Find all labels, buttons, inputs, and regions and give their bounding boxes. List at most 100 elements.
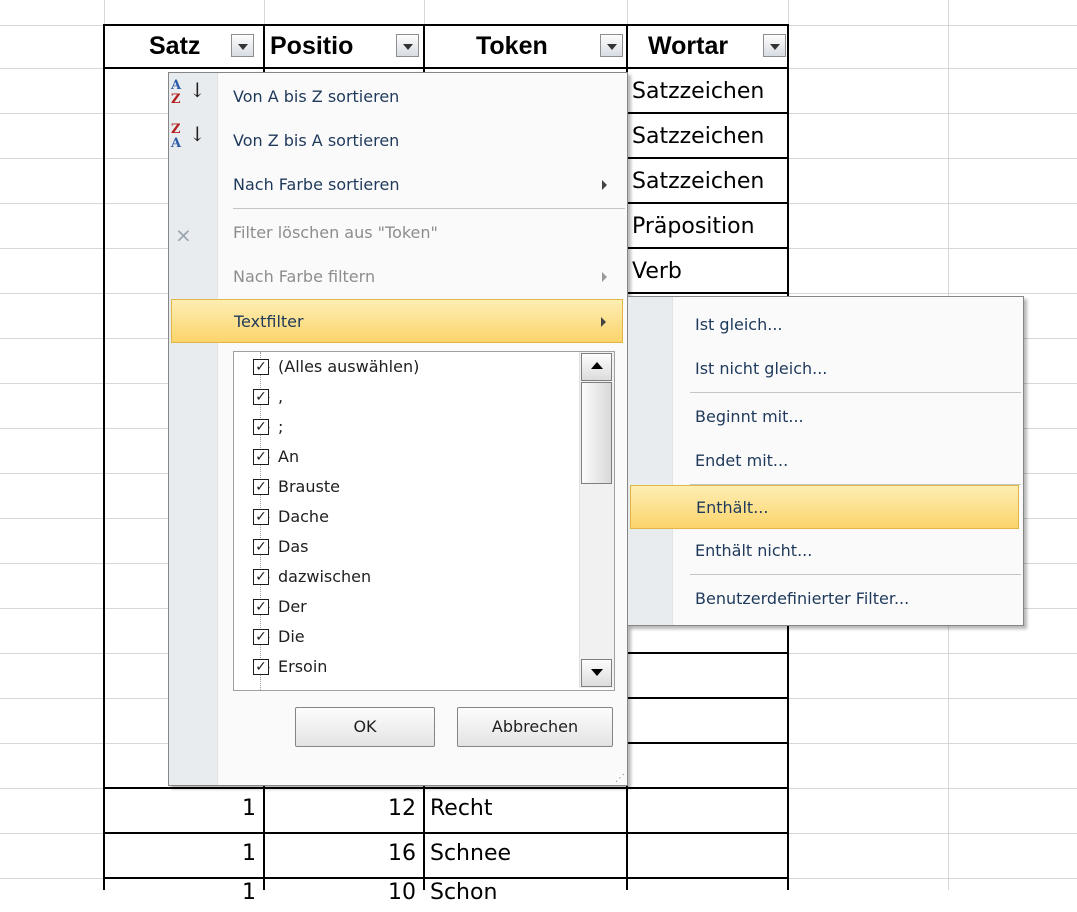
list-item-label: (Alles auswählen) bbox=[278, 357, 420, 376]
list-item[interactable]: ✓ Ersoin bbox=[253, 652, 328, 682]
cancel-button[interactable]: Abbrechen bbox=[457, 707, 613, 747]
checkbox-checked[interactable]: ✓ bbox=[253, 359, 269, 375]
table-border bbox=[103, 787, 789, 789]
menu-item-filter-by-color[interactable]: Nach Farbe filtern bbox=[169, 255, 625, 299]
clear-filter-icon: ⨯ bbox=[175, 223, 192, 247]
list-item-label: Die bbox=[278, 627, 305, 646]
sort-ascending-icon: A Z ↓ bbox=[171, 78, 206, 107]
cell-token[interactable]: Recht bbox=[430, 790, 620, 828]
submenu-item-not-equals[interactable]: Ist nicht gleich... bbox=[628, 347, 1021, 391]
list-item[interactable]: ✓, bbox=[253, 382, 284, 412]
table-border bbox=[626, 292, 789, 294]
header-satz: Satz bbox=[149, 32, 201, 60]
checkbox-checked[interactable]: ✓ bbox=[253, 569, 269, 585]
cell-position[interactable]: 10 bbox=[268, 874, 416, 912]
submenu-arrow-icon bbox=[602, 272, 607, 282]
checkbox-checked[interactable]: ✓ bbox=[253, 659, 269, 675]
submenu-item-label: Enthält nicht... bbox=[695, 541, 813, 560]
autofilter-menu: A Z ↓ Von A bis Z sortieren Z A ↓ Von Z bis … bbox=[168, 72, 628, 786]
text-filter-submenu: Ist gleich... Ist nicht gleich... Beginn… bbox=[627, 296, 1024, 626]
submenu-item-ends-with[interactable]: Endet mit... bbox=[628, 439, 1021, 483]
cell-position[interactable]: 12 bbox=[268, 790, 416, 828]
cell-satz[interactable]: 1 bbox=[108, 790, 256, 828]
filter-dropdown-position[interactable] bbox=[396, 34, 419, 57]
filter-dropdown-token[interactable] bbox=[600, 34, 623, 57]
menu-item-label: Nach Farbe sortieren bbox=[233, 175, 400, 194]
cell-position[interactable]: 16 bbox=[268, 835, 416, 873]
value-checklist: ✓ (Alles auswählen) ✓, ✓; ✓ An ✓ Brauste ✓ D… bbox=[233, 351, 615, 691]
list-item-label: Das bbox=[278, 537, 309, 556]
ok-button[interactable]: OK bbox=[295, 707, 435, 747]
menu-item-clear-filter[interactable]: ⨯ Filter löschen aus "Token" bbox=[169, 211, 625, 255]
cell-wortart[interactable]: Satzzeichen bbox=[632, 118, 784, 156]
cell-wortart[interactable]: Satzzeichen bbox=[632, 163, 784, 201]
header-token: Token bbox=[476, 32, 548, 60]
menu-item-sort-az[interactable]: A Z ↓ Von A bis Z sortieren bbox=[169, 75, 625, 119]
table-border bbox=[626, 742, 789, 744]
list-item[interactable]: ✓ Brauste bbox=[253, 472, 340, 502]
scroll-up-button[interactable] bbox=[581, 353, 612, 381]
menu-item-text-filter[interactable]: Textfilter bbox=[171, 299, 623, 343]
cell-token[interactable]: Schon bbox=[430, 874, 620, 912]
cell-satz[interactable]: 1 bbox=[108, 835, 256, 873]
cell-wortart[interactable]: Satzzeichen bbox=[632, 73, 784, 111]
list-item[interactable]: ✓ Das bbox=[253, 532, 309, 562]
list-item[interactable]: ✓ (Alles auswählen) bbox=[253, 352, 420, 382]
scroll-down-button[interactable] bbox=[581, 659, 612, 687]
submenu-item-not-contains[interactable]: Enthält nicht... bbox=[628, 529, 1021, 573]
menu-separator bbox=[690, 392, 1021, 393]
cell-wortart[interactable]: Präposition bbox=[632, 208, 784, 246]
list-item-label: Dache bbox=[278, 507, 329, 526]
list-item[interactable]: ✓ Der bbox=[253, 592, 307, 622]
list-item-label: Der bbox=[278, 597, 307, 616]
menu-item-sort-za[interactable]: Z A ↓ Von Z bis A sortieren bbox=[169, 119, 625, 163]
menu-item-label: Filter löschen aus "Token" bbox=[233, 223, 438, 242]
submenu-item-contains[interactable]: Enthält... bbox=[630, 485, 1019, 529]
checkbox-checked[interactable]: ✓ bbox=[253, 539, 269, 555]
list-item[interactable]: ✓ Die bbox=[253, 622, 305, 652]
submenu-item-custom-filter[interactable]: Benutzerdefinierter Filter... bbox=[628, 577, 1021, 621]
header-wortart: Wortar bbox=[648, 32, 729, 60]
checkbox-checked[interactable]: ✓ bbox=[253, 479, 269, 495]
list-item-label: dazwischen bbox=[278, 567, 372, 586]
checkbox-checked[interactable]: ✓ bbox=[253, 629, 269, 645]
submenu-arrow-icon bbox=[601, 317, 606, 327]
table-border bbox=[626, 652, 789, 654]
list-item[interactable]: ✓; bbox=[253, 412, 284, 442]
table-border bbox=[103, 832, 789, 834]
checkbox-checked[interactable]: ✓ bbox=[253, 599, 269, 615]
checklist-scrollbar[interactable] bbox=[579, 352, 614, 688]
scroll-thumb[interactable] bbox=[581, 382, 612, 484]
list-item-label: ; bbox=[278, 417, 284, 436]
table-border bbox=[103, 67, 789, 69]
table-border bbox=[626, 202, 789, 204]
checkbox-checked[interactable]: ✓ bbox=[253, 449, 269, 465]
list-item[interactable]: ✓ Dache bbox=[253, 502, 329, 532]
table-border bbox=[626, 697, 789, 699]
submenu-item-label: Benutzerdefinierter Filter... bbox=[695, 589, 910, 608]
menu-item-label: Von A bis Z sortieren bbox=[233, 87, 400, 106]
header-position: Positio bbox=[270, 32, 354, 60]
checkbox-checked[interactable]: ✓ bbox=[253, 419, 269, 435]
checkbox-checked[interactable]: ✓ bbox=[253, 509, 269, 525]
cell-token[interactable]: Schnee bbox=[430, 835, 620, 873]
filter-dropdown-wortart[interactable] bbox=[763, 34, 786, 57]
list-item[interactable]: ✓ dazwischen bbox=[253, 562, 372, 592]
submenu-arrow-icon bbox=[602, 180, 607, 190]
menu-item-label: Textfilter bbox=[234, 312, 304, 331]
list-item-label: Ersoin bbox=[278, 657, 328, 676]
menu-item-sort-by-color[interactable]: Nach Farbe sortieren bbox=[169, 163, 625, 207]
table-border bbox=[626, 157, 789, 159]
cell-satz[interactable]: 1 bbox=[108, 874, 256, 912]
list-item-label: , bbox=[278, 387, 284, 406]
menu-item-label: Von Z bis A sortieren bbox=[233, 131, 400, 150]
checkbox-checked[interactable]: ✓ bbox=[253, 389, 269, 405]
filter-dropdown-satz[interactable] bbox=[231, 34, 254, 57]
submenu-item-begins-with[interactable]: Beginnt mit... bbox=[628, 395, 1021, 439]
resize-grip-icon[interactable]: ⋰ bbox=[615, 773, 625, 784]
list-item[interactable]: ✓ An bbox=[253, 442, 300, 472]
submenu-item-equals[interactable]: Ist gleich... bbox=[628, 303, 1021, 347]
sort-descending-icon: Z A ↓ bbox=[171, 122, 206, 151]
list-item-label: An bbox=[278, 447, 300, 466]
cell-wortart[interactable]: Verb bbox=[632, 253, 784, 291]
